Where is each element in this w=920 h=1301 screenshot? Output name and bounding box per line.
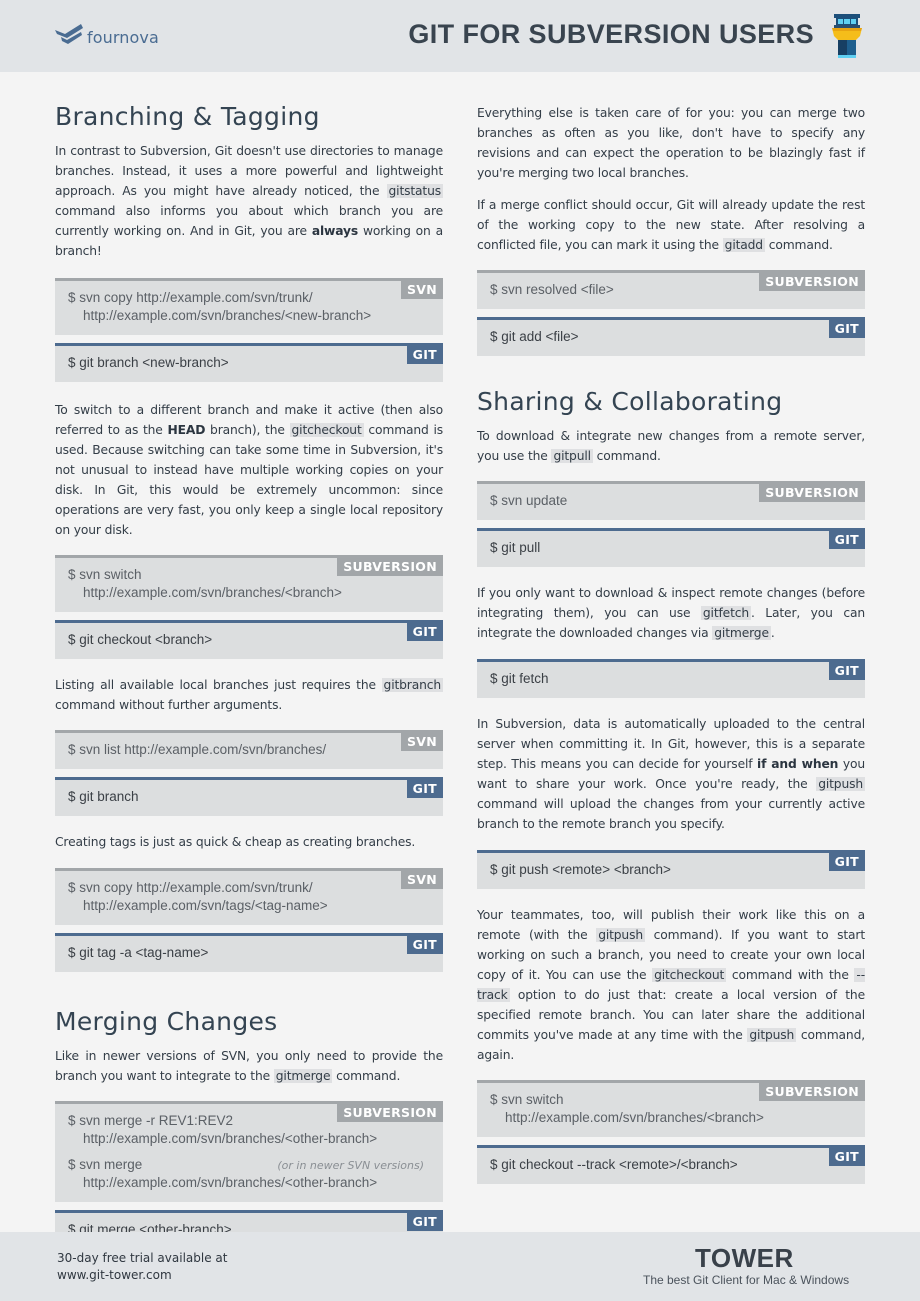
svn-tag: SVN bbox=[400, 870, 443, 889]
section-heading-sharing: Sharing & Collaborating bbox=[477, 387, 783, 416]
svn-code-block: SUBVERSION $ svn update bbox=[477, 481, 865, 520]
code-line: $ git pull bbox=[490, 540, 541, 555]
code-line: $ svn merge bbox=[68, 1157, 143, 1172]
document-title: GIT FOR SUBVERSION USERS bbox=[408, 19, 814, 49]
inline-command: gitcheckout bbox=[289, 423, 364, 437]
code-line: $ git tag -a <tag-name> bbox=[68, 945, 209, 960]
paragraph-merge-conflict: If a merge conflict should occur, Git wi… bbox=[477, 198, 865, 252]
inline-command: gitbranch bbox=[381, 678, 443, 692]
code-line: $ git checkout <branch> bbox=[68, 632, 213, 647]
svn-code-block: SUBVERSION $ svn switch http://example.c… bbox=[477, 1080, 865, 1137]
svn-code-block: SUBVERSION $ svn switch http://example.c… bbox=[55, 555, 443, 612]
git-tag: GIT bbox=[406, 622, 443, 641]
git-tag: GIT bbox=[406, 345, 443, 364]
page-footer: 30-day free trial available at www.git-t… bbox=[0, 1232, 920, 1301]
inline-command: gitpush bbox=[747, 1028, 797, 1042]
code-line: http://example.com/svn/branches/<other-b… bbox=[83, 1175, 378, 1190]
code-line: $ svn copy http://example.com/svn/trunk/ bbox=[68, 290, 313, 305]
git-tag: GIT bbox=[828, 661, 865, 680]
code-note: (or in newer SVN versions) bbox=[277, 1159, 424, 1172]
fournova-bird-icon bbox=[55, 23, 83, 44]
code-line: $ git checkout --track <remote>/<branch> bbox=[490, 1157, 738, 1172]
code-line: http://example.com/svn/branches/<branch> bbox=[505, 1110, 764, 1125]
inline-command: gitstatus bbox=[386, 184, 443, 198]
inline-command: gitadd bbox=[722, 238, 765, 252]
svn-tag: SVN bbox=[400, 280, 443, 299]
inline-command: gitpush bbox=[596, 928, 645, 942]
git-code-block: GIT $ git checkout <branch> bbox=[55, 620, 443, 659]
paragraph-track: Your teammates, too, will publish their … bbox=[477, 908, 865, 1062]
svn-tag: SVN bbox=[400, 732, 443, 751]
svn-code-block: SUBVERSION $ svn resolved <file> bbox=[477, 270, 865, 309]
right-column: Everything else is taken care of for you… bbox=[477, 103, 865, 1184]
section-heading-branching: Branching & Tagging bbox=[55, 102, 320, 131]
code-line: $ git branch <new-branch> bbox=[68, 355, 229, 370]
code-line: http://example.com/svn/branches/<new-bra… bbox=[83, 308, 372, 323]
code-line: $ git fetch bbox=[490, 671, 549, 686]
subversion-tag: SUBVERSION bbox=[759, 483, 865, 502]
git-tag: GIT bbox=[828, 852, 865, 871]
tower-brand[interactable]: TOWER bbox=[695, 1243, 794, 1274]
trial-text: 30-day free trial available at bbox=[57, 1251, 228, 1265]
paragraph-merging-intro: Like in newer versions of SVN, you only … bbox=[55, 1049, 443, 1083]
left-column: Branching & Tagging In contrast to Subve… bbox=[55, 100, 443, 1249]
code-line: $ svn list http://example.com/svn/branch… bbox=[68, 742, 327, 757]
inline-command: gitpush bbox=[816, 777, 865, 791]
fournova-logo[interactable]: fournova bbox=[55, 22, 159, 47]
trial-info: 30-day free trial available at www.git-t… bbox=[57, 1250, 227, 1284]
git-code-block: GIT $ git add <file> bbox=[477, 317, 865, 356]
git-code-block: GIT $ git branch <new-branch> bbox=[55, 343, 443, 382]
subversion-tag: SUBVERSION bbox=[337, 557, 443, 576]
tower-logo-icon bbox=[832, 14, 862, 58]
git-code-block: GIT $ git pull bbox=[477, 528, 865, 567]
inline-command: gitmerge bbox=[712, 626, 771, 640]
trial-link[interactable]: www.git-tower.com bbox=[57, 1267, 227, 1284]
inline-command: gitpull bbox=[551, 449, 593, 463]
code-line: http://example.com/svn/branches/<other-b… bbox=[83, 1131, 378, 1146]
subversion-tag: SUBVERSION bbox=[759, 1082, 865, 1101]
paragraph-tags: Creating tags is just as quick & cheap a… bbox=[55, 835, 416, 849]
svn-code-block: SUBVERSION $ svn merge -r REV1:REV2 http… bbox=[55, 1101, 443, 1202]
git-tag: GIT bbox=[828, 319, 865, 338]
code-line-group: $ svn merge (or in newer SVN versions) bbox=[68, 1156, 430, 1174]
git-tag: GIT bbox=[828, 1147, 865, 1166]
git-tag: GIT bbox=[406, 779, 443, 798]
svn-code-block: SVN $ svn copy http://example.com/svn/tr… bbox=[55, 868, 443, 925]
git-tag: GIT bbox=[406, 935, 443, 954]
git-tag: GIT bbox=[828, 530, 865, 549]
subversion-tag: SUBVERSION bbox=[759, 272, 865, 291]
git-code-block: GIT $ git checkout --track <remote>/<bra… bbox=[477, 1145, 865, 1184]
git-code-block: GIT $ git fetch bbox=[477, 659, 865, 698]
page-header: fournova GIT FOR SUBVERSION USERS bbox=[0, 0, 920, 72]
svn-code-block: SVN $ svn copy http://example.com/svn/tr… bbox=[55, 278, 443, 335]
paragraph-pull: To download & integrate new changes from… bbox=[477, 429, 865, 463]
svn-code-block: SVN $ svn list http://example.com/svn/br… bbox=[55, 730, 443, 769]
paragraph-listing: Listing all available local branches jus… bbox=[55, 678, 443, 712]
inline-command: gitmerge bbox=[273, 1069, 333, 1083]
inline-command: gitcheckout bbox=[652, 968, 727, 982]
code-line: $ git push <remote> <branch> bbox=[490, 862, 671, 877]
paragraph-switching: To switch to a different branch and make… bbox=[55, 403, 443, 537]
paragraph-fetch: If you only want to download & inspect r… bbox=[477, 586, 865, 640]
logo-text: fournova bbox=[87, 28, 159, 47]
git-code-block: GIT $ git push <remote> <branch> bbox=[477, 850, 865, 889]
git-code-block: GIT $ git tag -a <tag-name> bbox=[55, 933, 443, 972]
inline-command: gitfetch bbox=[700, 606, 752, 620]
paragraph-merge-easy: Everything else is taken care of for you… bbox=[477, 106, 865, 180]
paragraph-push: In Subversion, data is automatically upl… bbox=[477, 717, 865, 831]
code-line: $ git add <file> bbox=[490, 329, 579, 344]
git-code-block: GIT $ git branch bbox=[55, 777, 443, 816]
code-line: http://example.com/svn/branches/<branch> bbox=[83, 585, 342, 600]
code-line: http://example.com/svn/tags/<tag-name> bbox=[83, 898, 328, 913]
paragraph-branching-intro: In contrast to Subversion, Git doesn't u… bbox=[55, 144, 443, 258]
section-heading-merging: Merging Changes bbox=[55, 1007, 278, 1036]
tower-tagline: The best Git Client for Mac & Windows bbox=[643, 1273, 850, 1287]
code-line: $ git branch bbox=[68, 789, 139, 804]
git-tag: GIT bbox=[406, 1212, 443, 1231]
code-line: $ svn copy http://example.com/svn/trunk/ bbox=[68, 880, 313, 895]
subversion-tag: SUBVERSION bbox=[337, 1103, 443, 1122]
